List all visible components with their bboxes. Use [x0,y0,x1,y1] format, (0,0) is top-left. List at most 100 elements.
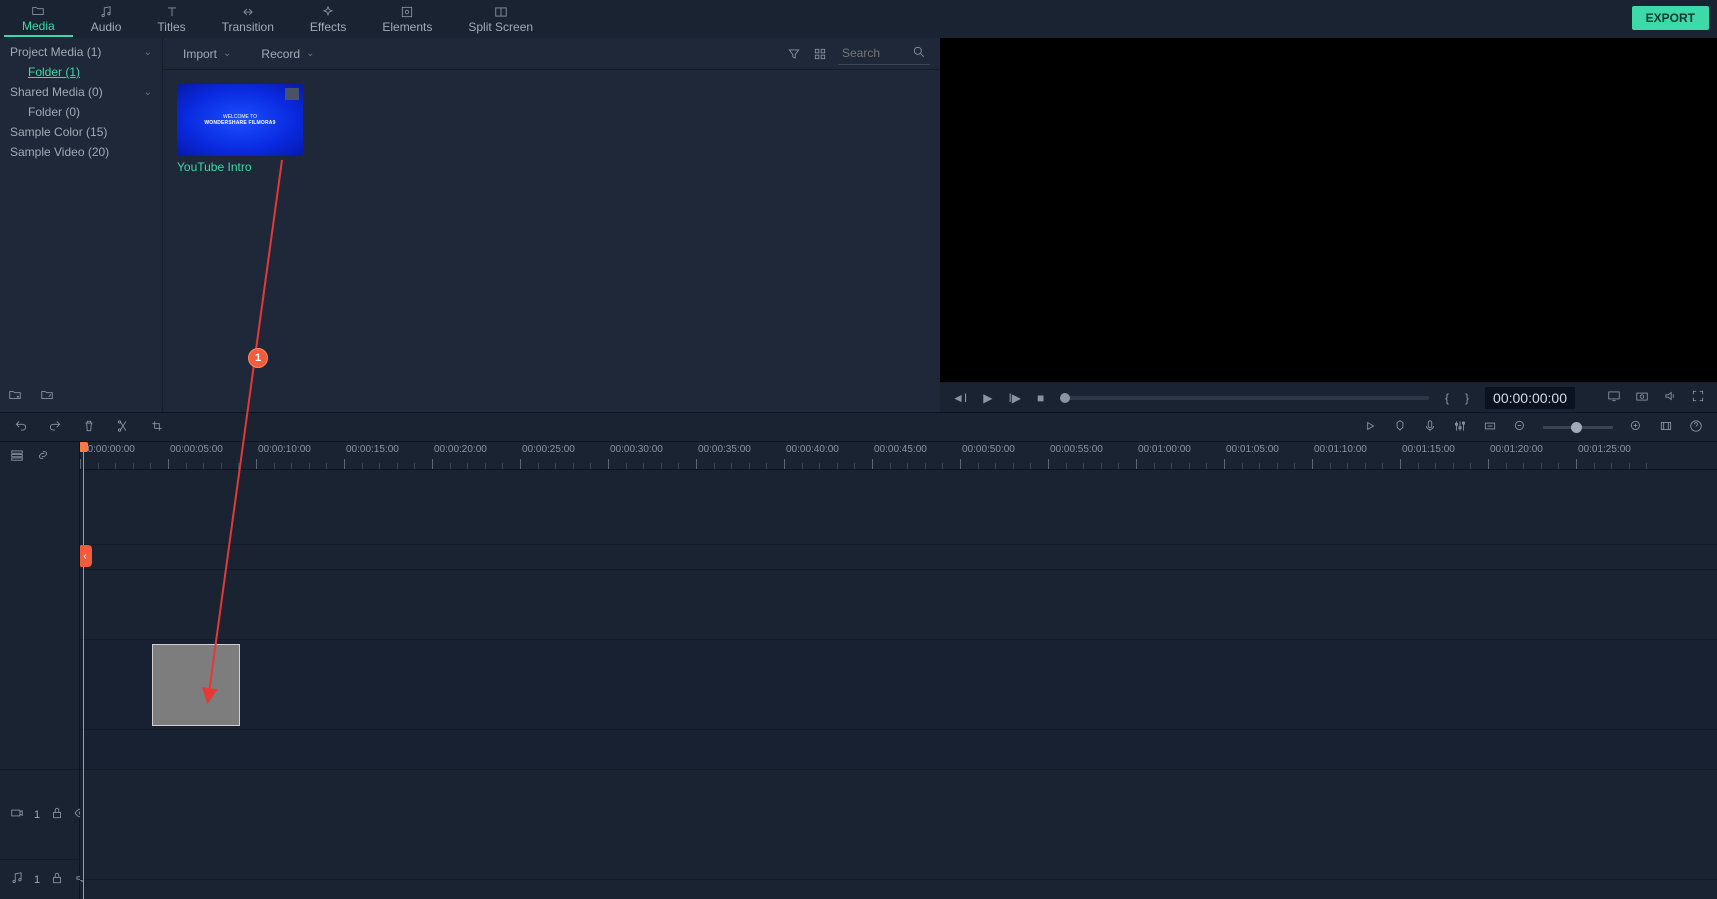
display-icon[interactable] [1607,389,1621,406]
next-frame-icon[interactable]: I▶ [1008,391,1021,405]
audio-track-header[interactable]: 1 [0,859,79,899]
chevron-down-icon: ⌄ [306,48,314,59]
filter-icon[interactable] [786,46,802,62]
video-track-number: 1 [34,809,40,821]
mark-in-icon[interactable]: { [1445,391,1449,405]
audio-track-icon [10,871,24,888]
media-toolbar: Import ⌄ Record ⌄ [163,38,940,70]
export-button[interactable]: EXPORT [1632,6,1709,30]
sidebar-item-label: Project Media (1) [10,45,101,59]
sidebar-item-label: Shared Media (0) [10,85,103,99]
sidebar-item-label: Folder (0) [28,105,80,119]
video-track-header[interactable]: 1 [0,769,79,859]
voiceover-icon[interactable] [1423,419,1437,436]
preview-viewport[interactable] [940,38,1717,382]
record-button[interactable]: Record ⌄ [251,43,324,65]
sidebar-item-folder-0[interactable]: Folder (0) [0,102,162,122]
chevron-down-icon: ⌄ [144,87,152,98]
preview-controls: ◄I ▶ I▶ ■ { } 00:00:00:00 [940,382,1717,412]
undo-icon[interactable] [14,419,28,436]
annotation-badge: 1 [248,348,268,368]
fullscreen-icon[interactable] [1691,389,1705,406]
import-button[interactable]: Import ⌄ [173,43,241,65]
timeline-toolbar [0,412,1717,442]
grid-badge-icon [285,88,299,100]
tab-audio[interactable]: Audio [73,2,140,36]
preview-timecode: 00:00:00:00 [1485,387,1575,409]
media-item[interactable]: WELCOME TO WONDERSHARE FILMORA9 YouTube … [177,84,303,174]
audio-track-number: 1 [34,874,40,886]
link-icon[interactable] [36,448,50,465]
zoom-in-icon[interactable] [1629,419,1643,436]
sidebar-item-sample-color[interactable]: Sample Color (15) [0,122,162,142]
sidebar-item-label: Sample Video (20) [10,145,109,159]
crop-icon[interactable] [150,419,164,436]
search-input[interactable] [842,46,912,60]
sidebar-item-label: Sample Color (15) [10,125,107,139]
lock-icon[interactable] [50,871,64,888]
ruler-mark: 00:00:20:00 [434,444,487,455]
video-track-row[interactable] [80,640,1717,730]
record-label: Record [261,47,300,61]
sidebar-item-sample-video[interactable]: Sample Video (20) [0,142,162,162]
mark-out-icon[interactable]: } [1465,391,1469,405]
ruler-mark: 00:00:05:00 [170,444,223,455]
folder-icon [31,3,45,19]
redo-icon[interactable] [48,419,62,436]
new-folder-icon[interactable] [8,388,26,404]
ruler-mark: 00:00:15:00 [346,444,399,455]
media-sidebar: Project Media (1) ⌄ Folder (1) Shared Me… [0,38,162,412]
delete-icon[interactable] [82,419,96,436]
zoom-slider[interactable] [1543,426,1613,429]
sidebar-item-shared-media[interactable]: Shared Media (0) ⌄ [0,82,162,102]
keyframe-icon[interactable] [1483,419,1497,436]
prev-frame-icon[interactable]: ◄I [952,391,967,405]
split-icon[interactable] [116,419,130,436]
tab-transition[interactable]: Transition [204,2,292,36]
ruler-mark: 00:01:00:00 [1138,444,1191,455]
track-row-empty[interactable] [80,570,1717,640]
tab-transition-label: Transition [222,20,274,34]
help-icon[interactable] [1689,419,1703,436]
timeline-ruler[interactable]: 00:00:00:0000:00:05:0000:00:10:0000:00:1… [80,442,1717,470]
folder-settings-icon[interactable] [40,388,58,404]
sidebar-item-project-media[interactable]: Project Media (1) ⌄ [0,42,162,62]
clip-drop-placeholder[interactable] [152,644,240,726]
tab-media[interactable]: Media [4,1,73,37]
lock-icon[interactable] [50,806,64,823]
tab-elements-label: Elements [382,20,432,34]
stop-icon[interactable]: ■ [1037,391,1044,405]
marker-icon[interactable] [1393,419,1407,436]
zoom-out-icon[interactable] [1513,419,1527,436]
sidebar-item-folder-1[interactable]: Folder (1) [0,62,162,82]
tab-elements[interactable]: Elements [364,2,450,36]
tab-effects[interactable]: Effects [292,2,364,36]
ruler-mark: 00:00:35:00 [698,444,751,455]
search-box[interactable] [838,43,930,65]
tab-splitscreen[interactable]: Split Screen [450,2,551,36]
tab-titles[interactable]: Titles [139,2,203,36]
zoom-fit-icon[interactable] [1659,419,1673,436]
media-thumbnail[interactable]: WELCOME TO WONDERSHARE FILMORA9 [177,84,303,156]
clip-head-badge[interactable]: ‹ [80,545,92,567]
preview-scrubber[interactable] [1060,396,1429,400]
splitscreen-icon [494,4,508,20]
audio-track-row[interactable] [80,730,1717,770]
preview-panel: ◄I ▶ I▶ ■ { } 00:00:00:00 [940,38,1717,412]
volume-icon[interactable] [1663,389,1677,406]
grid-view-icon[interactable] [812,46,828,62]
audio-mixer-icon[interactable] [1453,419,1467,436]
playhead[interactable] [83,442,84,899]
track-row-empty[interactable] [80,770,1717,880]
play-icon[interactable]: ▶ [983,391,992,405]
track-row-empty[interactable] [80,545,1717,570]
snapshot-icon[interactable] [1635,389,1649,406]
ruler-mark: 00:01:05:00 [1226,444,1279,455]
timeline-body[interactable]: 00:00:00:0000:00:05:0000:00:10:0000:00:1… [80,442,1717,899]
render-icon[interactable] [1363,419,1377,436]
track-row-empty[interactable]: ‹ [80,470,1717,545]
track-manager-icon[interactable] [10,448,24,465]
ruler-mark: 00:01:15:00 [1402,444,1455,455]
timeline-gutter: 1 1 [0,442,80,899]
tab-splitscreen-label: Split Screen [468,20,533,34]
